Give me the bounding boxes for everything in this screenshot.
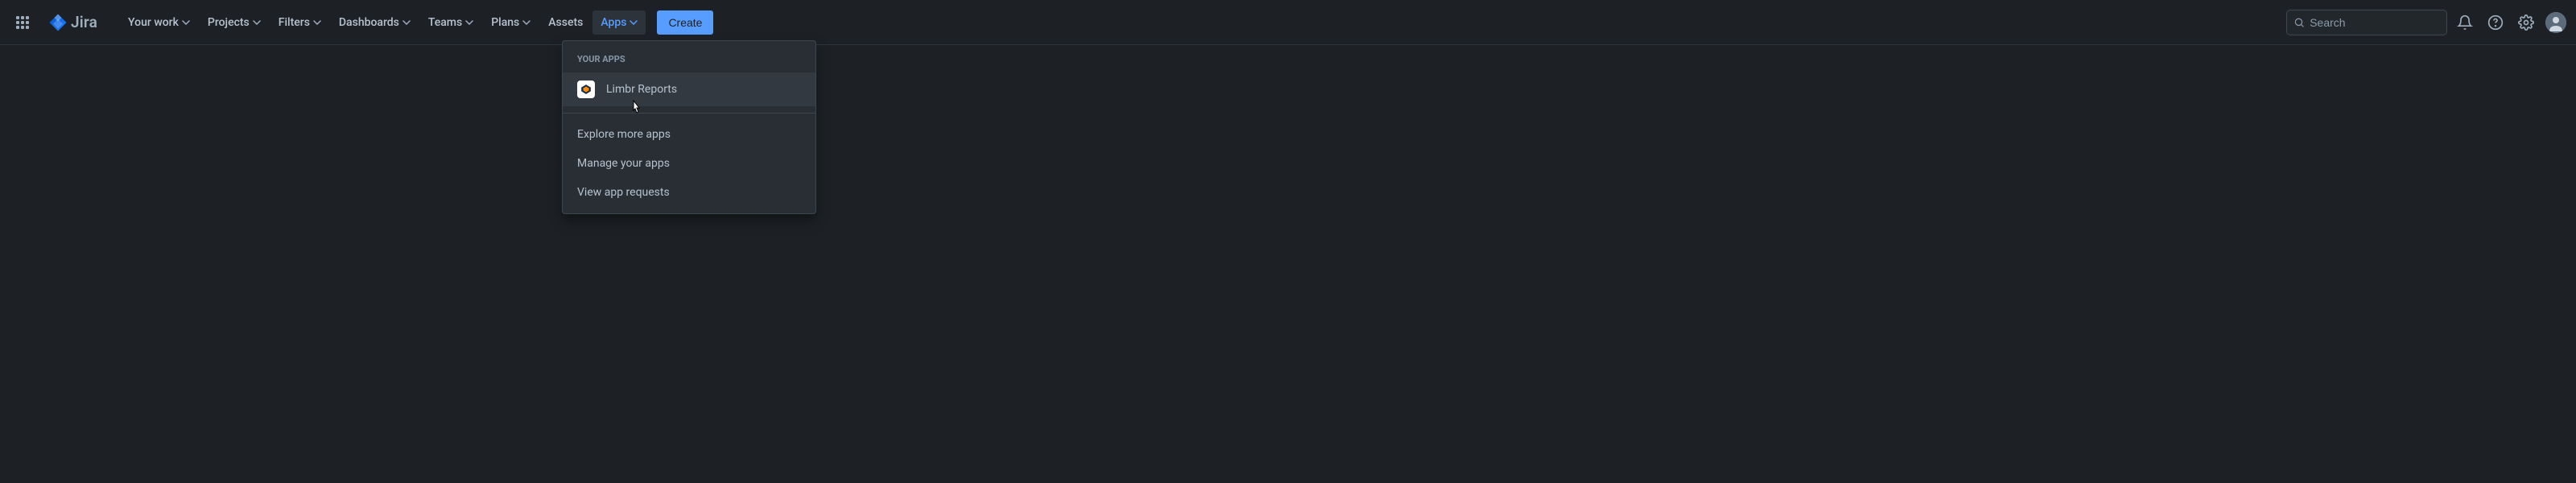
dropdown-item-label: Limbr Reports (606, 83, 677, 96)
nav-projects[interactable]: Projects (200, 10, 269, 35)
nav-label: Plans (491, 16, 519, 29)
nav-assets[interactable]: Assets (540, 10, 591, 35)
app-switcher-button[interactable] (10, 10, 35, 35)
help-button[interactable] (2483, 10, 2508, 35)
nav-label: Filters (279, 16, 310, 29)
dropdown-divider (563, 113, 815, 114)
chevron-down-icon (253, 19, 261, 27)
settings-button[interactable] (2513, 10, 2539, 35)
search-icon (2293, 16, 2305, 29)
chevron-down-icon (402, 19, 411, 27)
nav-label: Assets (548, 16, 583, 29)
dropdown-section-header: YOUR APPS (563, 41, 815, 72)
gear-icon (2518, 14, 2534, 31)
jira-logo[interactable]: Jira (42, 13, 104, 32)
notifications-button[interactable] (2452, 10, 2478, 35)
app-icon (577, 80, 595, 98)
nav-label: Apps (601, 16, 626, 29)
nav-label: Projects (208, 16, 250, 29)
nav-label: Teams (428, 16, 462, 29)
search-box[interactable] (2286, 10, 2447, 35)
dropdown-view-requests[interactable]: View app requests (563, 178, 815, 207)
chevron-down-icon (313, 19, 321, 27)
nav-label: Dashboards (339, 16, 399, 29)
top-navigation-bar: Jira Your work Projects Filters Dashboar… (0, 0, 2576, 45)
chevron-down-icon (630, 19, 638, 27)
dropdown-manage-apps[interactable]: Manage your apps (563, 149, 815, 178)
search-input[interactable] (2310, 16, 2440, 29)
dropdown-item-label: Explore more apps (577, 128, 671, 141)
create-button[interactable]: Create (657, 10, 713, 35)
nav-filters[interactable]: Filters (270, 10, 329, 35)
nav-label: Your work (128, 16, 179, 29)
nav-items: Your work Projects Filters Dashboards Te… (120, 10, 713, 35)
dropdown-item-label: Manage your apps (577, 157, 670, 170)
nav-apps[interactable]: Apps (592, 10, 646, 35)
nav-teams[interactable]: Teams (420, 10, 481, 35)
jira-wordmark: Jira (71, 13, 97, 31)
nav-dashboards[interactable]: Dashboards (331, 10, 419, 35)
avatar-icon (2545, 12, 2566, 33)
dropdown-item-label: View app requests (577, 186, 670, 199)
bell-icon (2457, 14, 2473, 31)
nav-your-work[interactable]: Your work (120, 10, 198, 35)
topbar-right-section (2286, 10, 2566, 35)
dropdown-explore-apps[interactable]: Explore more apps (563, 120, 815, 149)
limbr-badge-icon (580, 84, 592, 95)
chevron-down-icon (182, 19, 190, 27)
jira-logo-icon (48, 13, 68, 32)
apps-dropdown-menu: YOUR APPS Limbr Reports Explore more app… (562, 40, 816, 214)
user-avatar[interactable] (2545, 12, 2566, 33)
dropdown-app-limbr-reports[interactable]: Limbr Reports (563, 72, 815, 106)
chevron-down-icon (465, 19, 473, 27)
app-switcher-icon (16, 16, 29, 29)
topbar-left-section: Jira Your work Projects Filters Dashboar… (10, 10, 713, 35)
nav-plans[interactable]: Plans (483, 10, 539, 35)
chevron-down-icon (522, 19, 530, 27)
help-icon (2487, 14, 2504, 31)
